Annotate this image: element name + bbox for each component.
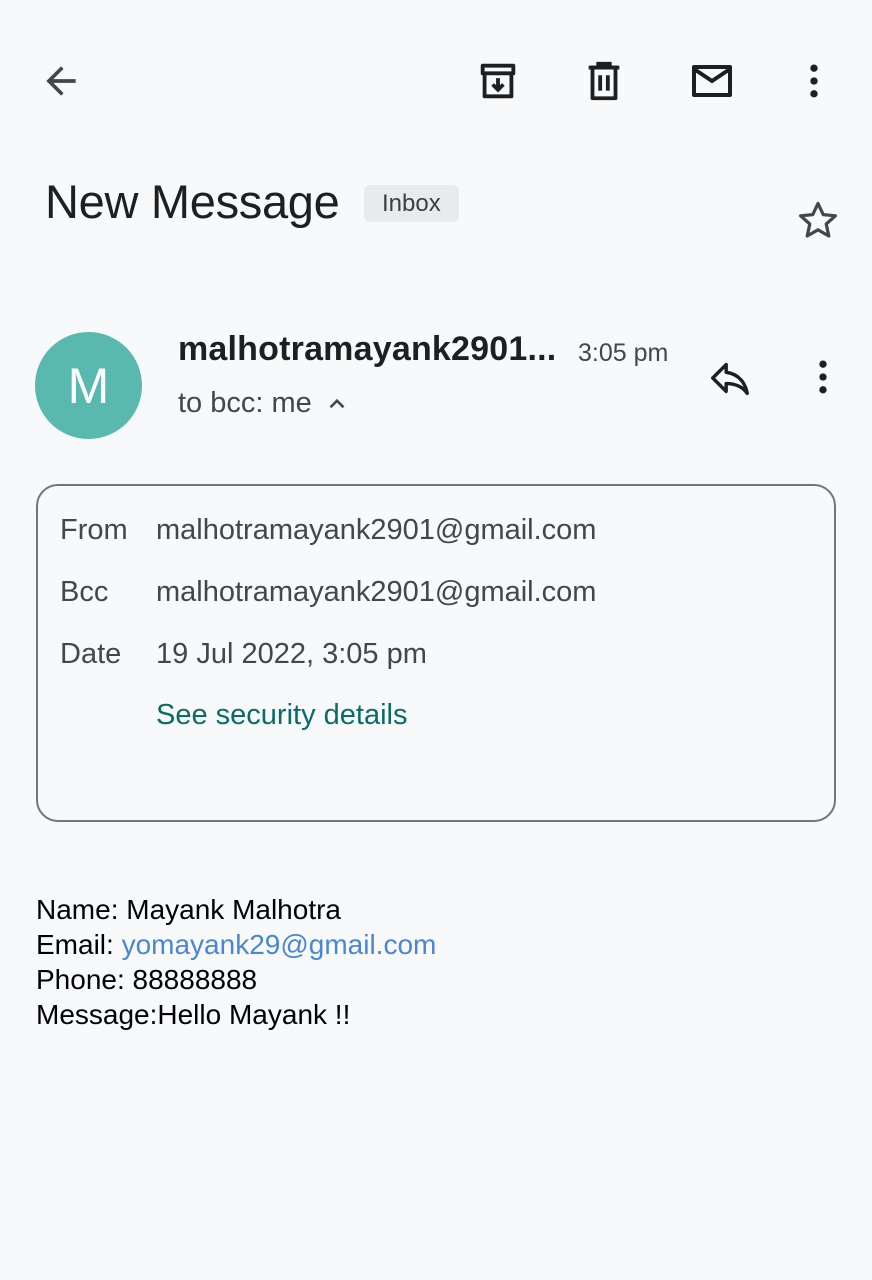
reply-icon: [711, 362, 749, 396]
message-more-button[interactable]: [795, 349, 851, 405]
more-options-button[interactable]: [786, 53, 842, 109]
star-button[interactable]: [790, 193, 846, 249]
archive-icon: [480, 63, 516, 99]
message-time: 3:05 pm: [578, 339, 669, 367]
details-from-row: From malhotramayank2901@gmail.com: [60, 514, 596, 547]
email-view: New Message Inbox M malhotramayank2901..…: [0, 0, 872, 1280]
security-details-link[interactable]: See security details: [156, 699, 407, 732]
from-value: malhotramayank2901@gmail.com: [156, 514, 597, 546]
bcc-label: Bcc: [60, 576, 109, 608]
trash-icon: [588, 61, 620, 101]
body-phone-line: Phone: 88888888: [36, 964, 258, 995]
mark-unread-button[interactable]: [684, 53, 740, 109]
arrow-left-icon: [46, 66, 76, 96]
mail-icon: [692, 65, 732, 97]
sender-name: malhotramayank2901...: [178, 330, 557, 368]
body-email-prefix: Email:: [36, 929, 122, 960]
inbox-label-chip[interactable]: Inbox: [364, 185, 459, 222]
body-email-line: Email: yomayank29@gmail.com: [36, 927, 436, 962]
body-message-line: Message:Hello Mayank !!: [36, 999, 351, 1030]
chevron-up-icon: [329, 398, 345, 408]
details-bcc-row: Bcc malhotramayank2901@gmail.com: [60, 576, 596, 609]
recipients-text: to bcc: me: [178, 387, 312, 419]
sender-avatar[interactable]: M: [35, 332, 142, 439]
recipients-toggle[interactable]: to bcc: me: [178, 387, 350, 420]
more-vert-icon: [819, 360, 827, 394]
date-value: 19 Jul 2022, 3:05 pm: [156, 638, 427, 670]
reply-button[interactable]: [702, 350, 758, 406]
details-date-row: Date 19 Jul 2022, 3:05 pm: [60, 638, 427, 671]
body-name-line: Name: Mayank Malhotra: [36, 894, 342, 925]
email-subject: New Message: [45, 175, 340, 228]
date-label: Date: [60, 638, 122, 670]
more-vert-icon: [810, 64, 818, 98]
delete-button[interactable]: [576, 53, 632, 109]
bcc-value: malhotramayank2901@gmail.com: [156, 576, 597, 608]
from-label: From: [60, 514, 128, 546]
star-icon: [799, 201, 837, 238]
archive-button[interactable]: [470, 53, 526, 109]
body-email-link[interactable]: yomayank29@gmail.com: [122, 929, 437, 960]
message-details-panel: From malhotramayank2901@gmail.com Bcc ma…: [36, 484, 836, 822]
message-body: Name: Mayank Malhotra Email: yomayank29@…: [36, 892, 436, 1032]
back-button[interactable]: [33, 53, 89, 109]
